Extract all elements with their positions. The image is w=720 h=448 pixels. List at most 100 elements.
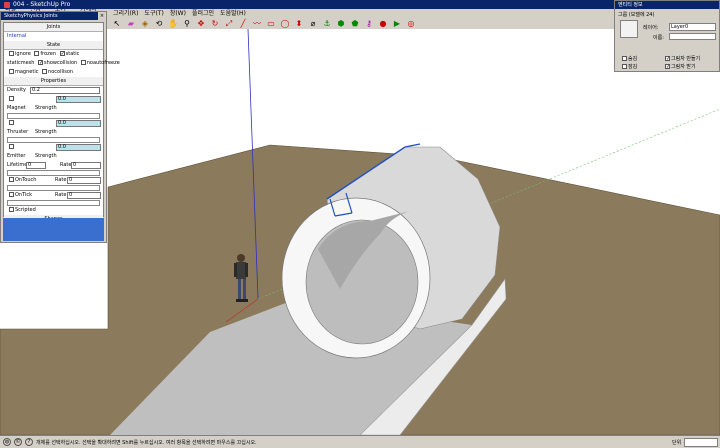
- rotate-tool-icon[interactable]: ↻: [209, 18, 221, 30]
- density-row: Density 0.2: [4, 86, 103, 95]
- thruster-strength-input[interactable]: 0.0: [56, 120, 101, 127]
- sketchyphysics-panel: SketchyPhysics Joints × Joints Internal …: [0, 11, 120, 243]
- showcollision-checkbox[interactable]: [38, 60, 44, 65]
- staticmesh-label: staticmesh: [7, 60, 35, 66]
- entity-info-panel: 엔티티 정보 그룹 (모델에 24) 레이어: Layer0 이름: 숨김 잠김…: [614, 0, 720, 72]
- ontouch-rate-input[interactable]: 0: [67, 177, 101, 184]
- play-tool-icon[interactable]: ▶: [391, 18, 403, 30]
- internal-field[interactable]: Internal: [4, 32, 103, 41]
- locked-label: 잠김: [628, 64, 638, 70]
- magnet-checkbox[interactable]: [9, 96, 14, 101]
- noautofreeze-label: noautofreeze: [86, 60, 120, 66]
- circle-tool-icon[interactable]: ◯: [279, 18, 291, 30]
- physics-panel-body: Joints Internal State ignore frozen stat…: [3, 22, 120, 224]
- paint-tool-icon[interactable]: ◈: [139, 18, 151, 30]
- credits-icon[interactable]: ©: [14, 438, 22, 446]
- ignore-label: ignore: [15, 51, 31, 57]
- magnet-label: Magnet: [7, 105, 26, 111]
- locked-row: 잠김: [620, 63, 637, 70]
- density-input[interactable]: 0.2: [30, 87, 100, 94]
- look-tool-icon[interactable]: ⚷: [363, 18, 375, 30]
- lifetime-rate-label: Rate: [60, 162, 72, 168]
- axes-tool-icon[interactable]: ⚓: [321, 18, 333, 30]
- physics-tool-icon[interactable]: ◎: [405, 18, 417, 30]
- material-swatch[interactable]: [620, 20, 638, 38]
- menu-bar-overflow: 그리기(R) 도구(T) 창(W) 플러그인 도움말(H): [108, 9, 308, 18]
- ontouch-row: OnTouch Rate 0: [4, 176, 103, 185]
- state-row-1: ignore frozen static: [4, 50, 103, 59]
- scripted-checkbox[interactable]: [9, 207, 14, 212]
- hidden-checkbox[interactable]: [622, 56, 627, 61]
- joints-section-header[interactable]: Joints: [4, 23, 103, 32]
- thruster-checkbox[interactable]: [9, 120, 14, 125]
- ontick-checkbox[interactable]: [9, 192, 14, 197]
- frozen-label: frozen: [40, 51, 57, 57]
- static-checkbox[interactable]: [59, 51, 65, 56]
- emitter-label-row: Emitter Strength: [4, 152, 103, 161]
- lifetime-rate-input[interactable]: 0: [71, 162, 101, 169]
- properties-section-header[interactable]: Properties: [4, 77, 103, 86]
- close-icon[interactable]: ×: [98, 12, 106, 20]
- rectangle-tool-icon[interactable]: ▭: [265, 18, 277, 30]
- magnet-strength-input[interactable]: 0.0: [56, 96, 101, 103]
- ontouch-checkbox[interactable]: [9, 177, 14, 182]
- layer-select[interactable]: Layer0: [669, 23, 716, 31]
- scale-tool-icon[interactable]: ⤢: [223, 18, 235, 30]
- magnet-strength-label: Strength: [35, 105, 57, 111]
- physics-panel-title: SketchyPhysics Joints: [4, 13, 58, 19]
- push-pull-tool-icon[interactable]: ⬍: [293, 18, 305, 30]
- tape-tool-icon[interactable]: ⌀: [307, 18, 319, 30]
- name-label: 이름:: [653, 35, 664, 41]
- emitter-checkbox[interactable]: [9, 144, 14, 149]
- hidden-label: 숨김: [628, 56, 638, 62]
- hidden-row: 숨김: [620, 55, 637, 62]
- frozen-checkbox[interactable]: [34, 51, 40, 56]
- magnetic-checkbox[interactable]: [9, 69, 14, 74]
- magnet-value-row: 0.0: [4, 95, 103, 104]
- 3d-viewport[interactable]: [0, 29, 720, 435]
- ontick-rate-input[interactable]: 0: [67, 192, 101, 199]
- receive-shadows-row: 그림자 받기: [663, 63, 696, 70]
- state-row-2: staticmesh showcollision noautofreeze: [4, 59, 120, 68]
- lifetime-input[interactable]: 0: [26, 162, 46, 169]
- lifetime-row: Lifetime 0 Rate 0: [4, 161, 103, 170]
- ontick-rate-label: Rate: [55, 192, 67, 198]
- help-icon[interactable]: ?: [25, 438, 33, 446]
- freehand-tool-icon[interactable]: 〰: [251, 18, 263, 30]
- entity-info-header: 그룹 (모델에 24): [618, 12, 655, 18]
- orbit-tool-icon[interactable]: ⟲: [153, 18, 165, 30]
- layer-label: 레이어:: [643, 25, 659, 31]
- status-bar: ◍ © ? 개체를 선택하십시오. 선택을 확대하려면 Shift를 누르십시오…: [0, 435, 720, 448]
- receive-shadows-checkbox[interactable]: [665, 64, 670, 69]
- eraser-tool-icon[interactable]: ▰: [125, 18, 137, 30]
- select-tool-icon[interactable]: ↖: [111, 18, 123, 30]
- ignore-checkbox[interactable]: [9, 51, 14, 56]
- window-title: 004 - SketchUp Pro: [13, 1, 71, 8]
- record-tool-icon[interactable]: ●: [377, 18, 389, 30]
- name-input[interactable]: [669, 33, 716, 40]
- showcollision-label: showcollision: [44, 60, 78, 66]
- scene-drawing: [0, 29, 720, 435]
- window-title-bar: 004 - SketchUp Pro: [0, 0, 720, 9]
- walk-tool-icon[interactable]: ⬟: [349, 18, 361, 30]
- move-tool-icon[interactable]: ✥: [195, 18, 207, 30]
- static-label: static: [65, 51, 80, 57]
- geo-location-icon[interactable]: ◍: [3, 438, 11, 446]
- measurements-input[interactable]: [684, 438, 718, 447]
- zoom-tool-icon[interactable]: ⚲: [181, 18, 193, 30]
- nocollison-checkbox[interactable]: [42, 69, 48, 74]
- line-tool-icon[interactable]: ╱: [237, 18, 249, 30]
- section-tool-icon[interactable]: ⬢: [335, 18, 347, 30]
- thruster-label-row: Thruster Strength: [4, 128, 103, 137]
- locked-checkbox[interactable]: [622, 64, 627, 69]
- state-section-header[interactable]: State: [4, 41, 103, 50]
- cast-shadows-checkbox[interactable]: [665, 56, 670, 61]
- ontick-label: OnTick: [15, 192, 33, 198]
- ontick-row: OnTick Rate 0: [4, 191, 103, 200]
- density-label: Density: [7, 87, 27, 93]
- main-toolbar: ↖ ▰ ◈ ⟲ ✋ ⚲ ✥ ↻ ⤢ ╱ 〰 ▭ ◯ ⬍ ⌀ ⚓ ⬢ ⬟ ⚷ ● …: [108, 18, 608, 29]
- emitter-strength-input[interactable]: 0.0: [56, 144, 101, 151]
- noautofreeze-checkbox[interactable]: [80, 60, 86, 65]
- sketchup-app-icon: [4, 1, 10, 8]
- pan-tool-icon[interactable]: ✋: [167, 18, 179, 30]
